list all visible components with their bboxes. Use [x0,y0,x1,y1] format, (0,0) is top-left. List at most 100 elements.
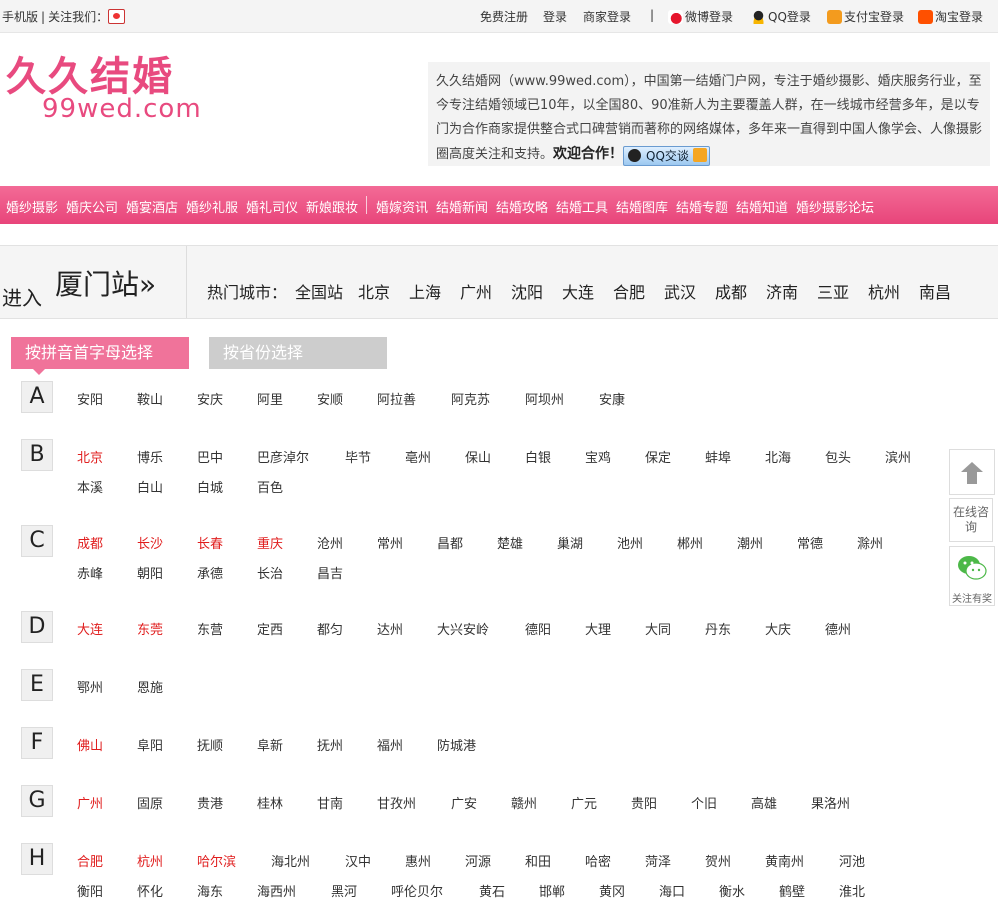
qq-chat-button[interactable]: QQ交谈 [623,146,710,166]
city-link[interactable]: 邯郸 [539,881,565,900]
city-link[interactable]: 海口 [659,881,685,900]
city-link[interactable]: 安康 [599,389,625,408]
city-link[interactable]: 赤峰 [77,563,103,582]
nav-item[interactable]: 结婚攻略 [496,197,548,216]
city-link[interactable]: 呼伦贝尔 [391,881,443,900]
weibo-icon[interactable] [108,9,126,24]
city-link[interactable]: 楚雄 [497,533,523,552]
city-link[interactable]: 衡阳 [77,881,103,900]
city-link[interactable]: 巴中 [197,447,223,466]
city-link[interactable]: 固原 [137,793,163,812]
nav-item[interactable]: 结婚新闻 [436,197,488,216]
hot-city-link[interactable]: 大连 [562,279,594,303]
city-link[interactable]: 包头 [825,447,851,466]
city-link[interactable]: 桂林 [257,793,283,812]
city-link[interactable]: 朝阳 [137,563,163,582]
city-link[interactable]: 蚌埠 [705,447,731,466]
city-link[interactable]: 大同 [645,619,671,638]
city-link[interactable]: 大兴安岭 [437,619,489,638]
city-link[interactable]: 白银 [525,447,551,466]
city-link[interactable]: 果洛州 [811,793,850,812]
city-link[interactable]: 巴彦淖尔 [257,447,309,466]
city-link[interactable]: 杭州 [137,851,163,870]
city-link[interactable]: 大连 [77,619,103,638]
register-link[interactable]: 免费注册 [480,8,528,25]
city-link[interactable]: 福州 [377,735,403,754]
city-link[interactable]: 淮北 [839,881,865,900]
city-link[interactable]: 恩施 [137,677,163,696]
city-link[interactable]: 东莞 [137,619,163,638]
city-link[interactable]: 亳州 [405,447,431,466]
city-link[interactable]: 广元 [571,793,597,812]
city-link[interactable]: 海东 [197,881,223,900]
alipay-login-link[interactable]: 支付宝登录 [827,8,904,25]
city-link[interactable]: 保定 [645,447,671,466]
city-link[interactable]: 巢湖 [557,533,583,552]
city-link[interactable]: 安顺 [317,389,343,408]
city-link[interactable]: 甘南 [317,793,343,812]
city-link[interactable]: 阿克苏 [451,389,490,408]
city-link[interactable]: 丹东 [705,619,731,638]
city-link[interactable]: 宝鸡 [585,447,611,466]
city-link[interactable]: 哈密 [585,851,611,870]
city-link[interactable]: 佛山 [77,735,103,754]
hot-city-link[interactable]: 成都 [715,279,747,303]
city-link[interactable]: 长治 [257,563,283,582]
nav-item[interactable]: 新娘跟妆 [306,197,358,216]
nav-item[interactable]: 婚纱摄影论坛 [796,197,874,216]
city-link[interactable]: 重庆 [257,533,283,552]
online-consult-button[interactable]: 在线咨询 [949,498,993,542]
city-link[interactable]: 黑河 [331,881,357,900]
mobile-link[interactable]: 手机版 [2,10,38,24]
nav-item[interactable]: 婚嫁资讯 [376,197,428,216]
city-link[interactable]: 怀化 [137,881,163,900]
nav-item[interactable]: 婚宴酒店 [126,197,178,216]
merchant-login-link[interactable]: 商家登录 [583,8,631,25]
hot-city-link[interactable]: 全国站 [295,279,343,303]
nav-item[interactable]: 婚庆公司 [66,197,118,216]
city-link[interactable]: 个旧 [691,793,717,812]
city-link[interactable]: 安阳 [77,389,103,408]
city-link[interactable]: 河源 [465,851,491,870]
city-link[interactable]: 惠州 [405,851,431,870]
city-link[interactable]: 大理 [585,619,611,638]
city-link[interactable]: 保山 [465,447,491,466]
nav-item[interactable]: 婚纱摄影 [6,197,58,216]
city-link[interactable]: 阜阳 [137,735,163,754]
city-link[interactable]: 贵阳 [631,793,657,812]
city-link[interactable]: 鹤壁 [779,881,805,900]
city-link[interactable]: 德州 [825,619,851,638]
hot-city-link[interactable]: 武汉 [664,279,696,303]
city-link[interactable]: 毕节 [345,447,371,466]
taobao-login-link[interactable]: 淘宝登录 [918,8,983,25]
city-link[interactable]: 白城 [197,477,223,496]
nav-item[interactable]: 结婚图库 [616,197,668,216]
hot-city-link[interactable]: 广州 [460,279,492,303]
city-link[interactable]: 昌吉 [317,563,343,582]
city-link[interactable]: 广州 [77,793,103,812]
city-link[interactable]: 本溪 [77,477,103,496]
city-link[interactable]: 百色 [257,477,283,496]
nav-item[interactable]: 婚礼司仪 [246,197,298,216]
city-link[interactable]: 都匀 [317,619,343,638]
city-link[interactable]: 常州 [377,533,403,552]
back-to-top-button[interactable] [949,449,995,495]
city-link[interactable]: 赣州 [511,793,537,812]
city-link[interactable]: 抚顺 [197,735,223,754]
city-link[interactable]: 黄石 [479,881,505,900]
city-link[interactable]: 达州 [377,619,403,638]
current-station[interactable]: 厦门站» [55,263,156,303]
city-link[interactable]: 安庆 [197,389,223,408]
city-link[interactable]: 长春 [197,533,223,552]
city-link[interactable]: 鄂州 [77,677,103,696]
city-link[interactable]: 汉中 [345,851,371,870]
qq-login-link[interactable]: QQ登录 [751,8,811,25]
hot-city-link[interactable]: 三亚 [817,279,849,303]
city-link[interactable]: 阿里 [257,389,283,408]
hot-city-link[interactable]: 南昌 [919,279,951,303]
city-link[interactable]: 阿拉善 [377,389,416,408]
city-link[interactable]: 海北州 [271,851,310,870]
city-link[interactable]: 阜新 [257,735,283,754]
weibo-login-link[interactable]: 微博登录 [668,8,733,25]
city-link[interactable]: 防城港 [437,735,476,754]
